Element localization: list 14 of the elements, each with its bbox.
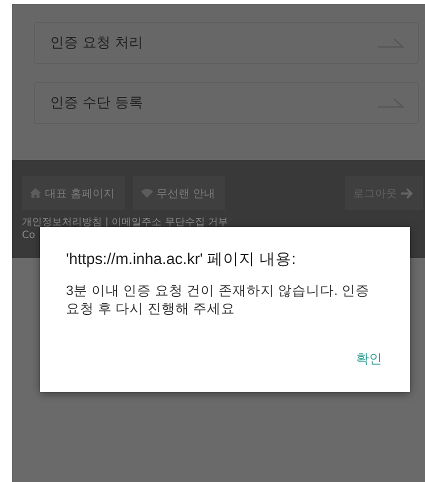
footer-text: 개인정보처리방침 | 이메일주소 무단수집 거부 <box>22 216 230 229</box>
footer-text: Co <box>22 229 36 242</box>
home-icon <box>30 188 41 198</box>
menu-item-label: 인증 수단 등록 <box>50 94 143 112</box>
dialog-title: 'https://m.inha.ac.kr' 페이지 내용: <box>66 250 297 270</box>
footer-link[interactable]: 대표 홈페이지 <box>22 176 124 210</box>
menu-item[interactable]: 인증 수단 등록 <box>34 82 419 124</box>
menu-item[interactable]: 인증 요청 처리 <box>34 22 419 64</box>
ok-button[interactable]: 확인 <box>356 350 382 368</box>
dialog-message: 3분 이내 인증 요청 건이 존재하지 않습니다. 인증 요청 후 다시 진행해 주세요 <box>66 282 371 318</box>
menu-item-label: 인증 요청 처리 <box>50 34 143 52</box>
footer-link[interactable]: 무선랜 안내 <box>132 176 225 210</box>
wifi-icon <box>140 188 152 198</box>
arrow-icon <box>401 188 413 198</box>
